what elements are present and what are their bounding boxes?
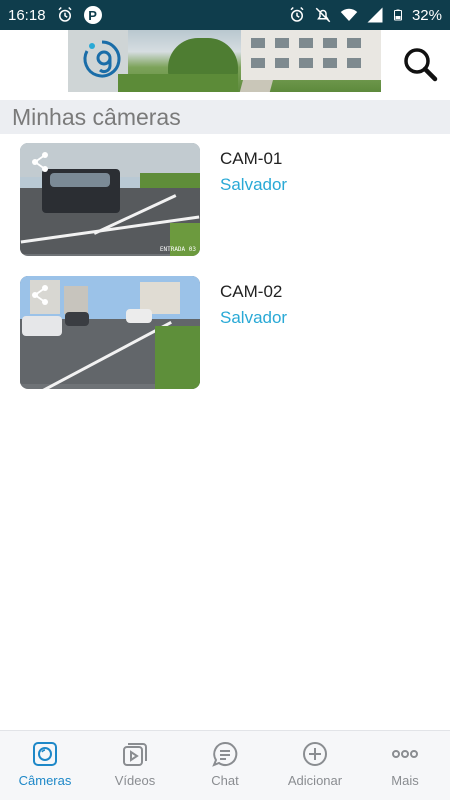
nav-chat[interactable]: Chat	[180, 731, 270, 800]
nav-label: Vídeos	[114, 773, 156, 788]
battery-icon	[393, 9, 402, 21]
battery-percent: 32%	[411, 6, 442, 24]
status-time: 16:18	[8, 6, 46, 24]
camera-thumbnail[interactable]	[20, 276, 200, 389]
camera-thumbnail[interactable]: ENTRADA 03	[20, 143, 200, 256]
alarm-icon	[290, 6, 304, 22]
bottom-navigation: Câmeras Vídeos Chat Adicionar Mais	[0, 730, 450, 800]
nav-label: Adicionar	[287, 773, 343, 788]
parking-app-icon: P	[83, 6, 102, 24]
app-bar	[0, 30, 450, 98]
nav-label: Mais	[391, 773, 419, 788]
status-bar: 16:18 P 32%	[0, 0, 450, 30]
camera-item-cam-02[interactable]: CAM-02 Salvador	[0, 276, 450, 409]
camera-name: CAM-02	[220, 282, 283, 301]
search-icon	[404, 48, 438, 82]
camera-icon	[33, 742, 57, 766]
share-icon[interactable]	[30, 284, 50, 306]
nav-videos[interactable]: Vídeos	[90, 731, 180, 800]
signal-icon	[367, 7, 383, 23]
nav-label: Chat	[211, 773, 239, 788]
alarm-icon	[58, 6, 72, 22]
search-button[interactable]	[400, 44, 440, 84]
camera-item-cam-01[interactable]: ENTRADA 03 CAM-01 Salvador	[0, 143, 450, 276]
notifications-off-icon	[315, 7, 331, 23]
section-title: Minhas câmeras	[0, 100, 450, 134]
camera-city: Salvador	[220, 308, 288, 327]
company-logo	[83, 40, 121, 78]
chat-icon	[212, 741, 238, 767]
videos-icon	[123, 743, 147, 766]
company-banner	[68, 30, 381, 92]
nav-add[interactable]: Adicionar	[270, 731, 360, 800]
nav-more[interactable]: Mais	[360, 731, 450, 800]
camera-list: ENTRADA 03 CAM-01 Salvador CAM-02 Salvad…	[0, 143, 450, 409]
add-icon	[303, 742, 327, 766]
camera-osd: ENTRADA 03	[159, 246, 196, 253]
share-icon[interactable]	[30, 151, 50, 173]
camera-city: Salvador	[220, 175, 288, 194]
camera-name: CAM-01	[220, 149, 283, 168]
more-icon	[392, 750, 418, 758]
nav-cameras[interactable]: Câmeras	[0, 731, 90, 800]
wifi-icon	[340, 8, 358, 21]
nav-label: Câmeras	[18, 773, 72, 788]
